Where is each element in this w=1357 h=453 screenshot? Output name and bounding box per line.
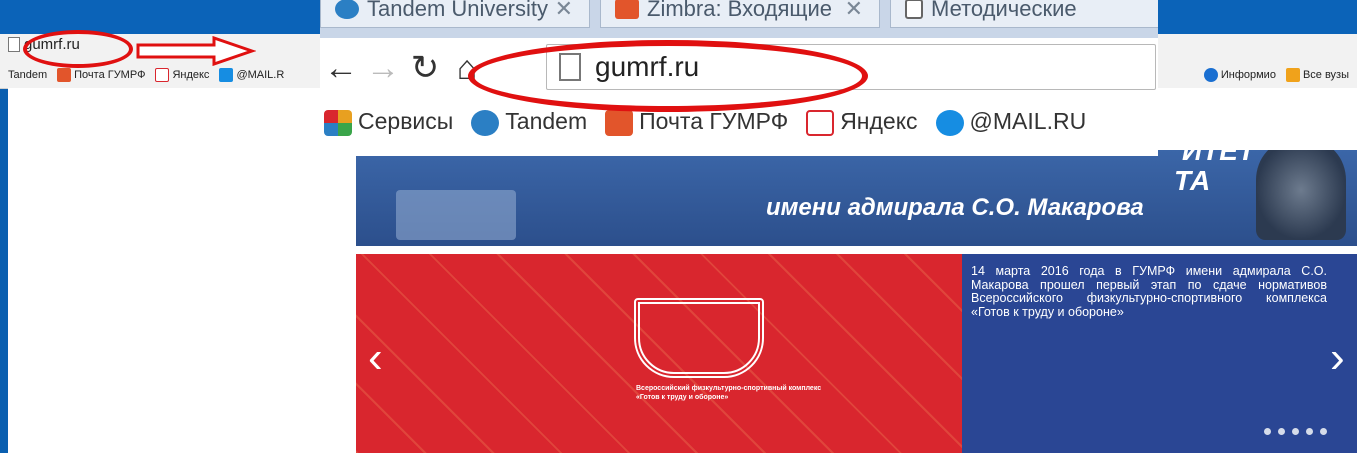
mail-gumrf-icon <box>57 68 72 82</box>
mailru-icon <box>935 109 964 136</box>
news-text[interactable]: 14 марта 2016 года в ГУМРФ имени адмирал… <box>971 264 1327 319</box>
tandem-icon <box>335 0 359 19</box>
bookmark-tandem[interactable]: Tandem <box>471 108 587 136</box>
gto-slide-image[interactable]: Всероссийский физкультурно-спортивный ко… <box>356 254 962 453</box>
bookmarks-bar-right: Информио Все вузы <box>1203 65 1349 85</box>
bookmark-mailru[interactable]: @MAIL.R <box>219 68 284 82</box>
forward-button[interactable]: → <box>362 49 404 88</box>
bookmark-services[interactable]: Сервисы <box>324 108 453 136</box>
language-switch[interactable]: РУС | ENG <box>1242 105 1292 116</box>
gto-caption: Всероссийский физкультурно-спортивный ко… <box>636 385 822 401</box>
vuzy-icon <box>1285 68 1300 82</box>
slider-dot[interactable] <box>1264 428 1271 435</box>
bookmark-vuzy-label: Все вузы <box>1302 68 1349 81</box>
bookmark-yandex-label: Яндекс <box>840 108 918 135</box>
admiral-portrait <box>1256 150 1346 240</box>
back-button[interactable]: ← <box>320 49 362 88</box>
bookmark-tandem-label: Tandem <box>505 108 588 135</box>
bookmark-informio[interactable]: Информио <box>1203 68 1276 82</box>
site-banner: ИТЕТ ТА имени адмирала С.О. Макарова <box>356 150 1357 246</box>
bookmark-mail-gumrf[interactable]: Почта ГУМРФ <box>605 108 788 136</box>
bookmark-tandem[interactable]: Tandem <box>8 69 47 81</box>
close-icon[interactable]: ✕ <box>555 0 573 22</box>
bookmarks-bar-small: Tandem Почта ГУМРФ Яндекс @MAIL.R <box>8 65 284 85</box>
slider-dot[interactable] <box>1278 428 1285 435</box>
bookmark-tandem-label: Tandem <box>8 69 48 81</box>
bookmark-services-label: Сервисы <box>358 108 454 135</box>
annotation-arrow-icon <box>136 36 256 66</box>
reload-button[interactable]: ↻ <box>404 48 446 88</box>
page-icon <box>8 37 20 52</box>
slider-dot[interactable] <box>1320 428 1327 435</box>
annotation-ellipse-small <box>23 30 133 68</box>
news-panel: 14 марта 2016 года в ГУМРФ имени адмирал… <box>962 254 1357 453</box>
bookmark-mailru-label: @MAIL.RU <box>969 108 1087 135</box>
tab-tandem[interactable]: Tandem University ✕ <box>320 0 590 28</box>
mailru-icon <box>219 68 234 82</box>
yandex-icon <box>806 109 835 136</box>
bookmark-yandex[interactable]: Яндекс <box>155 68 209 82</box>
ship-image <box>396 190 516 240</box>
next-slide-button[interactable]: › <box>1330 336 1345 380</box>
page-icon <box>905 0 923 19</box>
tab-zimbra-label: Zimbra: Входящие <box>647 0 832 21</box>
tandem-icon <box>471 109 500 136</box>
apps-grid-icon <box>324 109 352 136</box>
banner-subtitle: имени адмирала С.О. Макарова <box>766 194 1144 221</box>
annotation-ellipse-big <box>468 40 868 112</box>
slider-dot[interactable] <box>1306 428 1313 435</box>
bookmark-yandex-label: Яндекс <box>172 68 210 81</box>
zimbra-icon <box>615 0 639 19</box>
tab-tandem-label: Tandem University <box>367 0 548 21</box>
slider-dot[interactable] <box>1292 428 1299 435</box>
search-link[interactable]: ПОИСК <box>1158 105 1193 116</box>
informio-icon <box>1203 68 1218 82</box>
banner-title-line2: ТА <box>1174 165 1211 196</box>
yandex-icon <box>155 68 170 82</box>
tab-zimbra[interactable]: Zimbra: Входящие ✕ <box>600 0 880 28</box>
bookmark-mailru-label: @MAIL.R <box>236 68 285 81</box>
news-slider: Всероссийский физкультурно-спортивный ко… <box>356 254 1357 453</box>
bookmark-yandex[interactable]: Яндекс <box>806 108 918 136</box>
tab-strip: Tandem University ✕ Zimbra: Входящие ✕ М… <box>320 0 1158 38</box>
tab-metodicheskie[interactable]: Методические <box>890 0 1158 28</box>
bookmark-vuzy[interactable]: Все вузы <box>1285 68 1349 82</box>
close-icon[interactable]: ✕ <box>845 0 863 22</box>
site-top-links: ПОИСК RSS РУС | ENG <box>1158 95 1357 125</box>
mail-gumrf-icon <box>605 109 634 136</box>
bookmark-mailru[interactable]: @MAIL.RU <box>935 108 1087 136</box>
bookmark-mail-gumrf-label: Почта ГУМРФ <box>74 68 146 81</box>
slider-dots <box>1264 428 1327 435</box>
prev-slide-button[interactable]: ‹ <box>368 336 383 380</box>
rss-link[interactable]: RSS <box>1207 105 1228 116</box>
tab-metodicheskie-label: Методические <box>931 0 1077 21</box>
bookmark-informio-label: Информио <box>1220 68 1276 81</box>
bookmark-mail-gumrf[interactable]: Почта ГУМРФ <box>57 68 145 82</box>
gto-logo <box>634 298 764 378</box>
zoomed-browser-inset: Tandem University ✕ Zimbra: Входящие ✕ М… <box>320 0 1158 156</box>
